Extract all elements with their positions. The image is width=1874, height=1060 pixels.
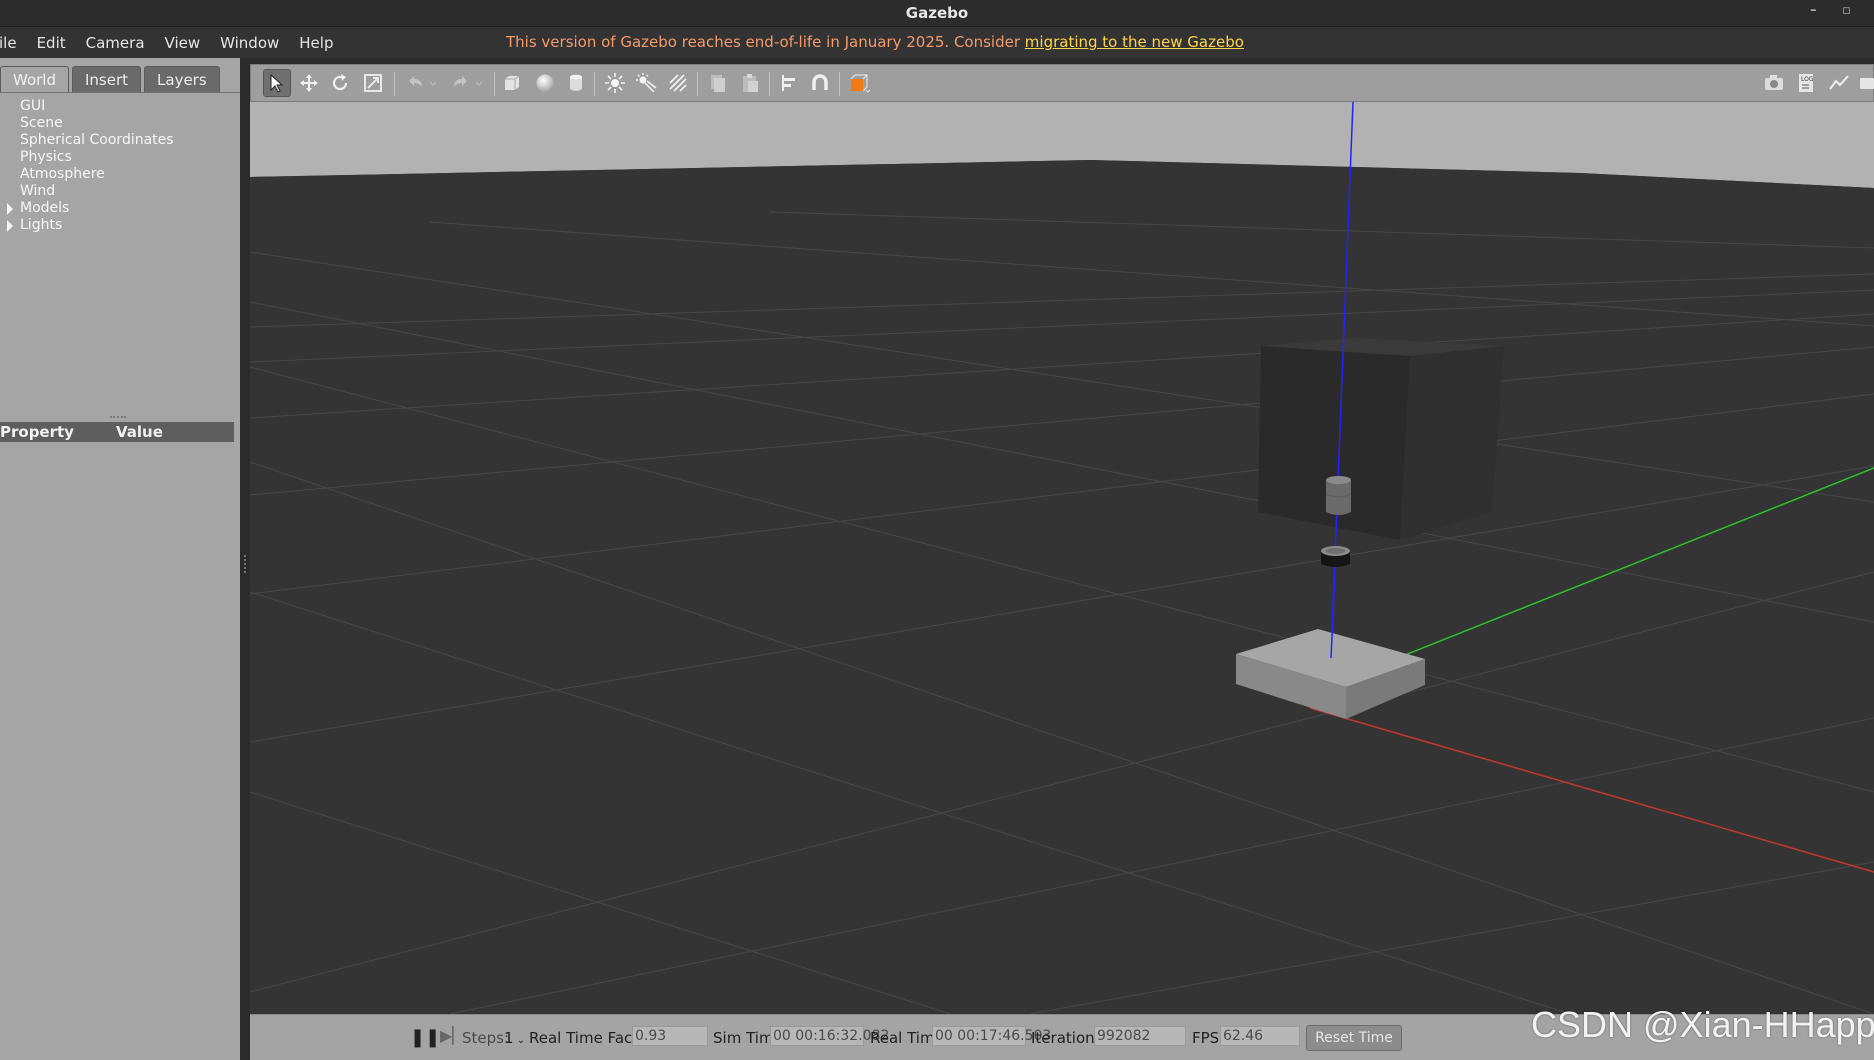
tree-item-label: Atmosphere <box>20 166 105 182</box>
steps-spinner[interactable]: 1 ⌄ <box>504 1029 525 1047</box>
toolbar-separator <box>494 72 495 96</box>
align-icon[interactable] <box>775 69 803 97</box>
tree-item-atmosphere[interactable]: Atmosphere <box>0 166 240 183</box>
sphere-shape-icon[interactable] <box>531 69 559 97</box>
translate-icon[interactable] <box>295 69 323 97</box>
menu-view[interactable]: View <box>155 34 211 52</box>
toolbar-separator <box>394 72 395 96</box>
window-title: Gazebo <box>905 4 969 22</box>
cylinder-shape-icon[interactable] <box>562 69 590 97</box>
menu-file[interactable]: ile <box>0 34 27 52</box>
toolbar-separator <box>839 72 840 96</box>
rotate-icon[interactable] <box>326 69 354 97</box>
video-record-icon[interactable] <box>1856 69 1874 97</box>
tree-item-label: GUI <box>20 98 46 114</box>
minimize-icon[interactable]: – <box>1810 3 1817 18</box>
tree-item-label: Spherical Coordinates <box>20 132 174 148</box>
tree-item-label: Scene <box>20 115 63 131</box>
tree-item-models[interactable]: Models <box>0 200 240 217</box>
tab-layers[interactable]: Layers <box>144 66 220 92</box>
splitter-grip-icon[interactable] <box>244 555 246 573</box>
screenshot-camera-icon[interactable] <box>1760 69 1788 97</box>
snap-magnet-icon[interactable] <box>806 69 834 97</box>
panel-tabs: World Insert Layers <box>0 66 223 92</box>
menu-help[interactable]: Help <box>289 34 343 52</box>
panel-splitter-handle[interactable] <box>110 416 126 418</box>
box-shape-icon[interactable] <box>498 69 526 97</box>
select-arrow-icon[interactable] <box>263 69 291 97</box>
expand-arrow-icon[interactable] <box>7 220 13 232</box>
property-column-header: Property <box>0 423 74 441</box>
tree-item-label: Models <box>20 200 70 216</box>
toolbar-separator <box>697 72 698 96</box>
scene-viewport[interactable] <box>250 102 1874 1014</box>
tree-item-wind[interactable]: Wind <box>0 183 240 200</box>
fps-field: 62.46 <box>1220 1026 1300 1046</box>
tree-item-lights[interactable]: Lights <box>0 217 240 234</box>
tree-item-label: Physics <box>20 149 72 165</box>
steps-dropdown-icon[interactable]: ⌄ <box>514 1035 525 1046</box>
expand-arrow-icon[interactable] <box>7 203 13 215</box>
value-column-header: Value <box>116 423 163 441</box>
menu-window[interactable]: Window <box>210 34 289 52</box>
camera-sensor-model <box>1325 476 1352 515</box>
rtf-field: 0.93 <box>632 1026 708 1046</box>
steps-value: 1 <box>504 1029 514 1047</box>
toolbar: LOG <box>250 64 1874 102</box>
eol-notice-text: This version of Gazebo reaches end-of-li… <box>506 33 1025 51</box>
tab-world[interactable]: World <box>0 66 69 92</box>
eol-notice: This version of Gazebo reaches end-of-li… <box>506 33 1244 51</box>
wall-box-model <box>1258 338 1504 540</box>
toolbar-separator <box>769 72 770 96</box>
migration-link[interactable]: migrating to the new Gazebo <box>1025 33 1244 51</box>
svg-text:LOG: LOG <box>1801 76 1814 83</box>
undo-history-chevron-icon[interactable] <box>425 69 441 97</box>
scale-icon[interactable] <box>359 69 387 97</box>
world-tree: GUI Scene Spherical Coordinates Physics … <box>0 98 240 234</box>
lidar-sensor-model <box>1321 546 1350 567</box>
plot-icon[interactable] <box>1825 69 1853 97</box>
tree-item-physics[interactable]: Physics <box>0 149 240 166</box>
property-table-header: Property Value <box>0 422 234 442</box>
left-panel: World Insert Layers GUI Scene Spherical … <box>0 58 240 1060</box>
steps-label: Steps: <box>462 1029 510 1047</box>
scene-render <box>250 102 1874 1014</box>
window-titlebar: Gazebo – ▫ <box>0 0 1874 27</box>
reset-time-button[interactable]: Reset Time <box>1306 1025 1402 1051</box>
toolbar-separator <box>594 72 595 96</box>
tree-item-label: Lights <box>20 217 63 233</box>
paste-icon[interactable] <box>736 69 764 97</box>
directional-light-icon[interactable] <box>664 69 692 97</box>
tree-item-spherical-coordinates[interactable]: Spherical Coordinates <box>0 132 240 149</box>
tab-divider <box>0 92 240 93</box>
spot-light-icon[interactable] <box>632 69 660 97</box>
tree-item-gui[interactable]: GUI <box>0 98 240 115</box>
menu-camera[interactable]: Camera <box>76 34 155 52</box>
tab-insert[interactable]: Insert <box>72 66 142 92</box>
tree-item-label: Wind <box>20 183 56 199</box>
redo-history-chevron-icon[interactable] <box>471 69 487 97</box>
iterations-field: 992082 <box>1094 1026 1186 1046</box>
point-light-icon[interactable] <box>601 69 629 97</box>
step-forward-icon[interactable]: ▶▏ <box>440 1026 465 1045</box>
sim-time-field: 00 00:16:32.082 <box>770 1026 889 1046</box>
csdn-watermark: CSDN @Xian-HHappy <box>1531 1004 1874 1045</box>
view-angle-icon[interactable] <box>845 69 873 97</box>
real-time-field: 00 00:17:46.503 <box>932 1026 1051 1046</box>
tree-item-scene[interactable]: Scene <box>0 115 240 132</box>
menu-edit[interactable]: Edit <box>27 34 76 52</box>
ground-plane <box>250 160 1874 1014</box>
pause-icon[interactable]: ❚❚ <box>410 1027 440 1048</box>
copy-icon[interactable] <box>704 69 732 97</box>
restore-icon[interactable]: ▫ <box>1842 3 1851 18</box>
log-icon[interactable]: LOG <box>1792 69 1820 97</box>
